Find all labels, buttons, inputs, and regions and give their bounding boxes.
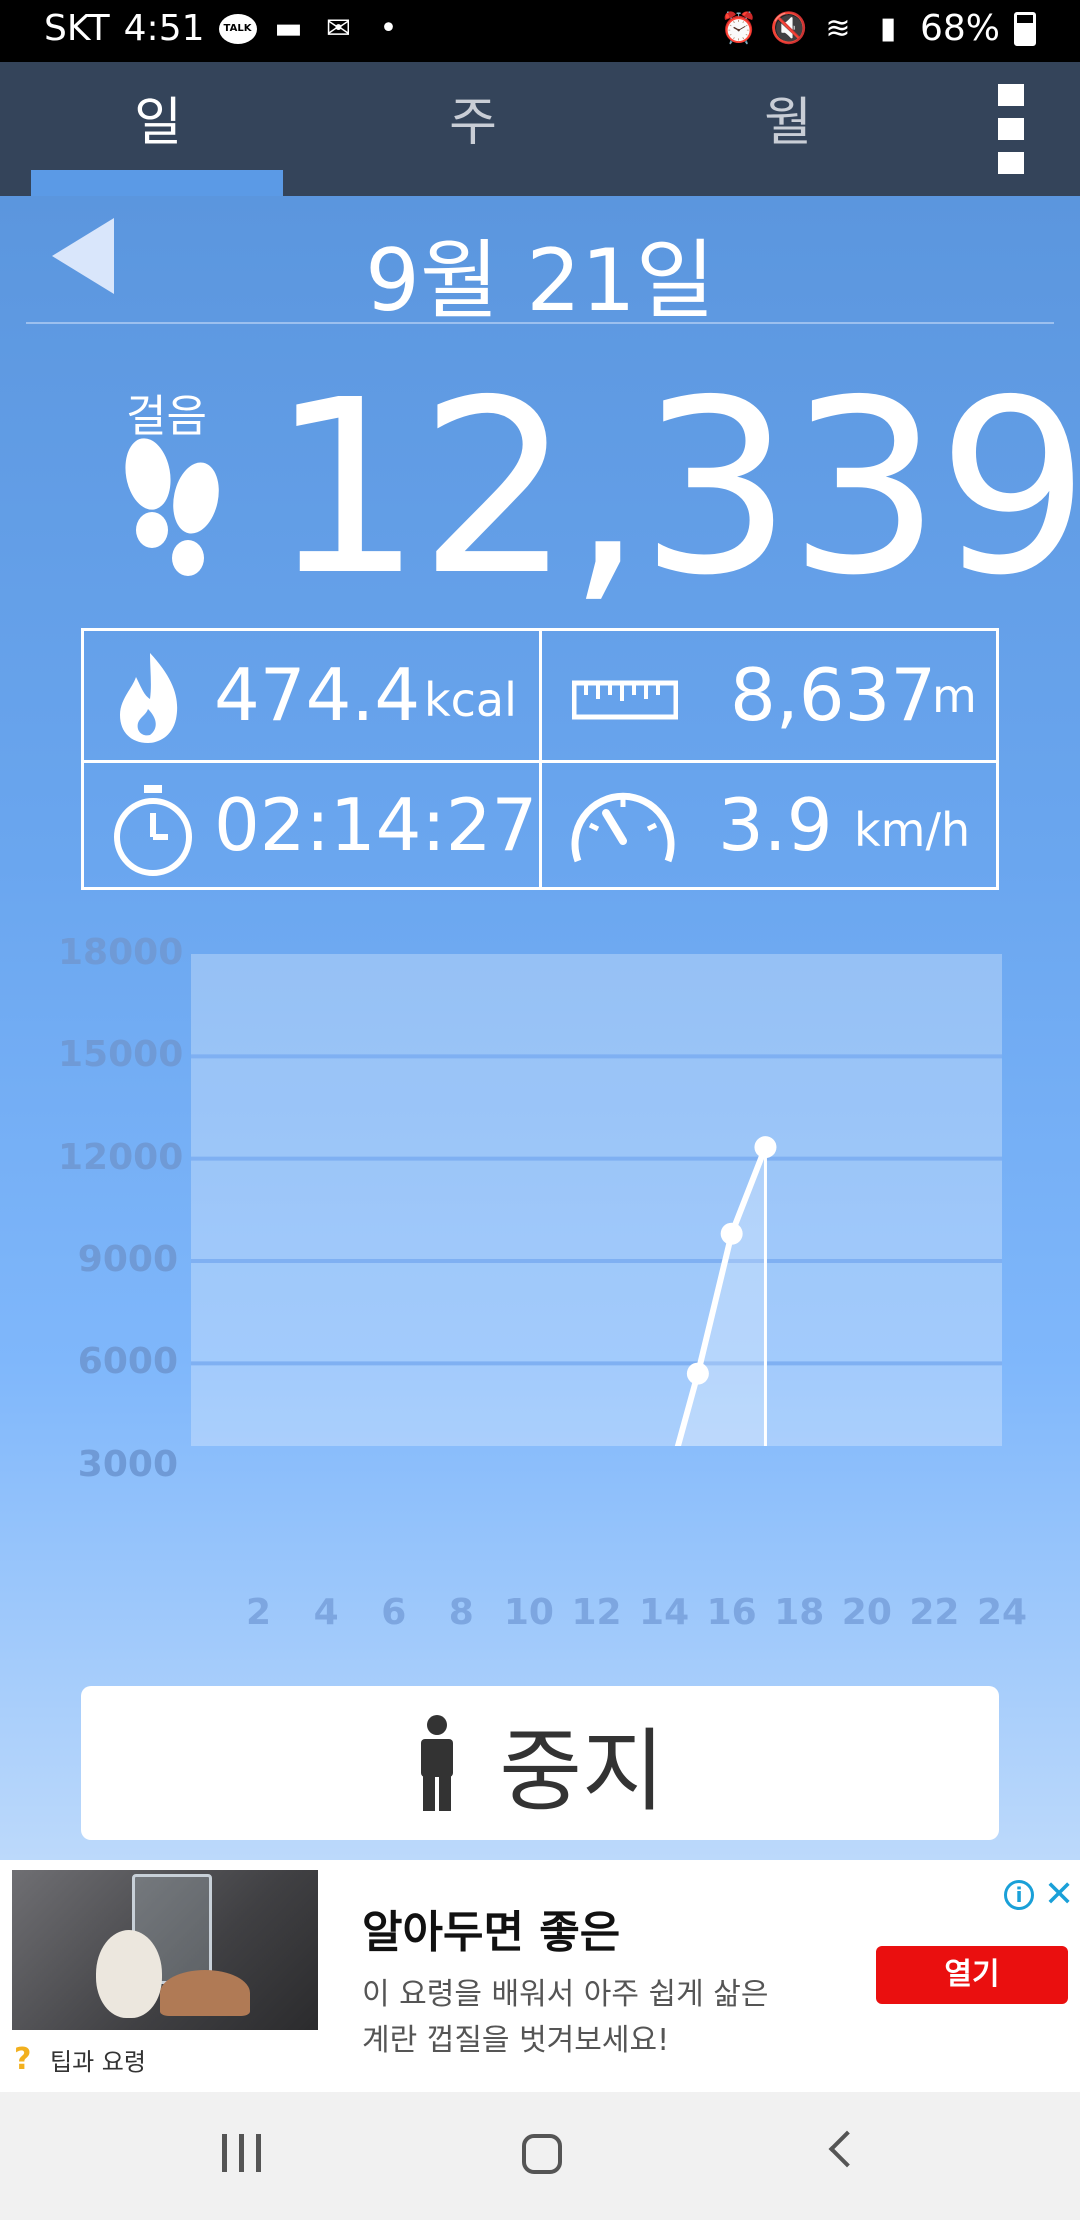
- divider: [26, 322, 1054, 324]
- plot-area: [191, 954, 1002, 1446]
- back-icon[interactable]: [828, 2130, 866, 2168]
- stopwatch-icon: [114, 785, 192, 876]
- ruler-icon: [572, 680, 678, 720]
- speedometer-icon: [571, 792, 675, 863]
- alarm-icon: ⏰: [719, 10, 758, 46]
- flame-icon: [120, 653, 178, 743]
- footprints-icon: [125, 438, 219, 576]
- home-icon[interactable]: [522, 2134, 562, 2174]
- ad-title[interactable]: 알아두면 좋은: [362, 1896, 620, 1960]
- recent-apps-icon[interactable]: [222, 2134, 261, 2172]
- x-tick-label: 20: [841, 1592, 892, 1633]
- ad-banner[interactable]: ? 팁과 요령 알아두면 좋은 이 요령을 배워서 아주 쉽게 삶은 계란 껍질…: [0, 1860, 1080, 2092]
- carrier-label: SKT: [44, 8, 110, 49]
- stats-grid: 474.4 kcal 8,637 m 02:14:27 3.9 km/h: [81, 628, 999, 890]
- duration-value: 02:14:27: [214, 783, 538, 867]
- ad-source-label: 팁과 요령: [50, 2048, 146, 2076]
- x-tick-label: 22: [909, 1592, 960, 1633]
- x-tick-label: 6: [381, 1592, 407, 1633]
- period-tab-bar: 일 주 월: [0, 62, 1080, 196]
- y-tick-label: 9000: [77, 1239, 178, 1280]
- main-content: 9월 21일 걸음 12,339 474.4 kcal 8,637 m 02:1…: [0, 196, 1080, 1860]
- x-tick-label: 8: [448, 1592, 474, 1633]
- ad-image[interactable]: [12, 1870, 318, 2030]
- ad-open-button[interactable]: 열기: [876, 1946, 1068, 2004]
- duration-cell: 02:14:27: [84, 763, 539, 893]
- wifi-icon: ≋: [825, 10, 851, 46]
- mute-icon: 🔇: [769, 10, 808, 46]
- data-point: [686, 1362, 709, 1385]
- ad-close-icon[interactable]: ✕: [1044, 1874, 1074, 1915]
- y-tick-label: 12000: [58, 1136, 184, 1178]
- battery-icon: [1014, 11, 1036, 46]
- clock: 4:51: [123, 8, 205, 49]
- date-title: 9월 21일: [365, 231, 715, 331]
- data-point: [720, 1222, 743, 1245]
- walking-person-icon: [421, 1715, 454, 1811]
- system-navigation-bar: [0, 2092, 1080, 2220]
- mail-icon: ✉: [325, 10, 352, 46]
- ad-info-icon[interactable]: i: [1004, 1880, 1034, 1910]
- message-icon: ▬: [274, 10, 303, 46]
- x-tick-label: 24: [976, 1592, 1028, 1633]
- x-tick-label: 18: [774, 1592, 825, 1633]
- y-tick-label: 3000: [77, 1443, 178, 1485]
- status-bar: SKT 4:51 TALK ▬ ✉ • ⏰ 🔇 ≋ ▮ 68%: [0, 0, 1080, 62]
- battery-percent: 68%: [919, 8, 1000, 49]
- x-tick-label: 4: [313, 1592, 339, 1633]
- tab-week[interactable]: 주: [348, 80, 598, 155]
- x-tick-label: 10: [503, 1592, 554, 1633]
- more-notifications-dot-icon: •: [379, 10, 398, 46]
- step-count: 12,339: [270, 348, 1080, 628]
- y-tick-label: 18000: [58, 932, 184, 973]
- stop-button-label: 중지: [499, 1719, 665, 1824]
- stop-button[interactable]: 중지: [81, 1686, 999, 1840]
- distance-cell: 8,637 m: [542, 631, 997, 761]
- ad-description: 이 요령을 배워서 아주 쉽게 삶은 계란 껍질을 벗겨보세요!: [362, 1977, 769, 2058]
- x-tick-label: 12: [571, 1592, 622, 1633]
- data-point: [754, 1136, 777, 1159]
- y-tick-label: 6000: [77, 1341, 178, 1383]
- kakaotalk-icon: TALK: [218, 13, 257, 44]
- tab-month[interactable]: 월: [663, 80, 913, 155]
- question-mark-icon: ?: [14, 2041, 32, 2077]
- speed-value: 3.9: [718, 783, 833, 867]
- calories-value: 474.4: [214, 653, 421, 737]
- hourly-steps-chart: 18000 15000 12000 9000 6000 3000 2 4 6 8 10 12 14 16…: [0, 926, 1080, 1633]
- calories-cell: 474.4 kcal: [84, 631, 539, 761]
- distance-value: 8,637: [730, 653, 937, 737]
- ad-source: ? 팁과 요령: [14, 2042, 146, 2077]
- distance-unit: m: [932, 669, 977, 723]
- speed-cell: 3.9 km/h: [542, 763, 997, 893]
- overflow-menu-icon[interactable]: [998, 84, 1026, 186]
- x-tick-label: 16: [706, 1592, 757, 1633]
- tab-day[interactable]: 일: [33, 80, 283, 155]
- active-tab-indicator: [31, 170, 283, 196]
- y-tick-label: 15000: [58, 1034, 184, 1076]
- x-tick-label: 2: [246, 1592, 272, 1633]
- speed-unit: km/h: [854, 803, 971, 857]
- signal-icon: ▮: [879, 10, 897, 46]
- calories-unit: kcal: [424, 673, 517, 727]
- x-tick-label: 14: [639, 1592, 690, 1633]
